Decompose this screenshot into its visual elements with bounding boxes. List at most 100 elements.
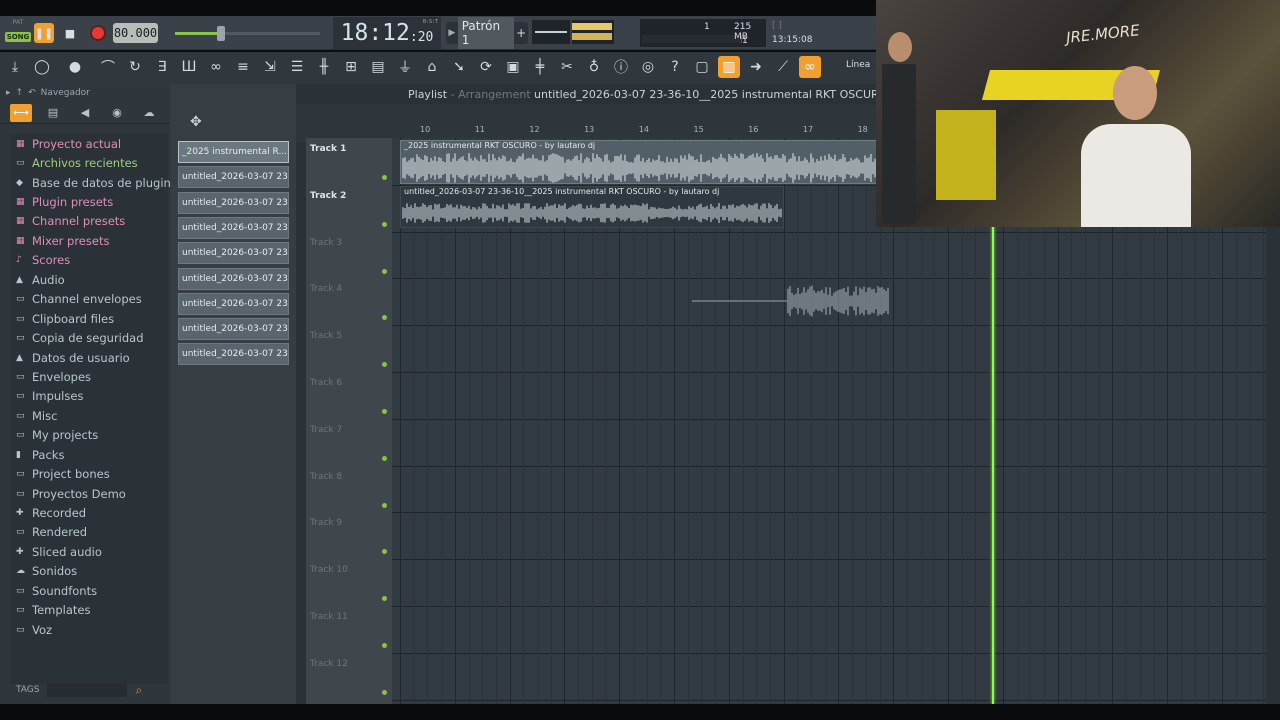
tags-search-input[interactable]	[47, 683, 128, 697]
song-position-display[interactable]: 18:12:20 B:S:T	[333, 17, 441, 49]
loop-record-icon[interactable]: ↻	[124, 56, 146, 78]
track-enable-toggle[interactable]	[382, 268, 387, 274]
add-pattern-button[interactable]: +	[514, 26, 528, 40]
mixer-icon[interactable]: ╫	[313, 56, 335, 78]
browser-item[interactable]: ▦ Proyecto actual	[10, 134, 168, 153]
tempo-display[interactable]: 80.000	[113, 23, 158, 43]
browser-item[interactable]: ▮ Packs	[10, 445, 168, 464]
browser-back-icon[interactable]: ↑	[16, 88, 24, 98]
wait-input-icon[interactable]: ∞	[205, 56, 227, 78]
pen-icon[interactable]: ⟋	[772, 56, 794, 78]
browser-item[interactable]: ▦ Mixer presets	[10, 231, 168, 250]
track-enable-toggle[interactable]	[382, 175, 387, 180]
link-icon[interactable]: ∞	[799, 56, 821, 78]
next-icon[interactable]: ➜	[745, 56, 767, 78]
browser-item[interactable]: ☁ Sonidos	[10, 562, 168, 581]
wave-up-icon[interactable]: ⌒	[97, 56, 119, 78]
master-volume-slider[interactable]	[175, 26, 320, 41]
search-icon[interactable]: ⌕	[135, 683, 142, 698]
tab-all-icon[interactable]: ⟷	[10, 103, 32, 122]
metronome-ring-icon[interactable]: ◯	[31, 56, 53, 78]
track-label[interactable]: Track 7	[310, 425, 342, 435]
refresh-icon[interactable]: ⟳	[475, 56, 497, 78]
browser-item[interactable]: ▲ Datos de usuario	[10, 348, 168, 367]
browser-item[interactable]: ▭ Clipboard files	[10, 309, 168, 328]
step-edit-icon[interactable]: ∃	[151, 56, 173, 78]
browser-item[interactable]: ▦ Plugin presets	[10, 192, 168, 211]
browser-undo-icon[interactable]: ↶	[28, 88, 36, 98]
pattern-name[interactable]: Patrón 1	[457, 17, 515, 49]
tab-plugins-icon[interactable]: ◉	[106, 104, 128, 122]
browser-item[interactable]: ▭ Rendered	[10, 523, 168, 542]
browser-item[interactable]: ✚ Sliced audio	[10, 542, 168, 561]
picker-clip[interactable]: untitled_2026-03-07 23-...	[178, 166, 289, 189]
scroll-icon[interactable]: ⇲	[259, 56, 281, 78]
picker-clip[interactable]: untitled_2026-03-07 23-...	[178, 191, 289, 214]
browser-menu-icon[interactable]: ▸	[6, 88, 11, 98]
pause-button[interactable]: ❚❚	[34, 23, 54, 43]
scissors-icon[interactable]: ✂	[556, 56, 578, 78]
track-enable-toggle[interactable]	[382, 502, 387, 508]
browser-item[interactable]: ▭ My projects	[10, 426, 168, 445]
track-label[interactable]: Track 10	[310, 565, 348, 575]
tab-project-icon[interactable]: ▤	[42, 104, 64, 122]
track-enable-toggle[interactable]	[382, 221, 387, 227]
help-icon[interactable]: ?	[664, 56, 686, 78]
page-icon[interactable]: ▤	[367, 56, 389, 78]
channel-rack-icon[interactable]: ╪	[529, 56, 551, 78]
track-label[interactable]: Track 1	[310, 144, 346, 154]
picker-clip[interactable]: untitled_2026-03-07 23-...	[178, 267, 289, 290]
slider-knob[interactable]	[217, 26, 225, 41]
browser-item[interactable]: ▭ Proyectos Demo	[10, 484, 168, 503]
master-knob-icon[interactable]: ●	[64, 56, 86, 78]
track-enable-toggle[interactable]	[382, 409, 387, 414]
browser-item[interactable]: ▭ Voz	[10, 620, 168, 639]
picker-clip[interactable]: _2025 instrumental R...	[178, 141, 289, 163]
browser-item[interactable]: ▭ Soundfonts	[10, 581, 168, 600]
info-icon[interactable]: ⓘ	[610, 56, 632, 78]
track-label[interactable]: Track 11	[310, 612, 348, 622]
track-enable-toggle[interactable]	[382, 315, 387, 321]
hierarchy-icon[interactable]: ⊞	[340, 56, 362, 78]
browser-item[interactable]: ▭ Project bones	[10, 464, 168, 483]
tab-speaker-icon[interactable]: ◀	[74, 104, 96, 122]
download-icon[interactable]: ⤓	[4, 56, 26, 78]
blend-notes-icon[interactable]: Ш	[178, 56, 200, 78]
picker-tool-icon[interactable]: ✥	[190, 114, 202, 130]
track-label[interactable]: Track 3	[310, 238, 342, 248]
audio-clip-track2[interactable]: untitled_2026-03-07 23-36-10__2025 instr…	[400, 186, 784, 228]
playlist-icon[interactable]: ☰	[286, 56, 308, 78]
track-label[interactable]: Track 8	[310, 472, 342, 482]
browser-item[interactable]: ▲ Audio	[10, 270, 168, 289]
browser-item[interactable]: ▭ Impulses	[10, 387, 168, 406]
stop-button[interactable]: ■	[60, 23, 80, 43]
browser-item[interactable]: ▭ Channel envelopes	[10, 290, 168, 309]
record-button[interactable]	[88, 23, 108, 43]
track-label[interactable]: Track 2	[310, 191, 346, 201]
browser-item[interactable]: ▭ Misc	[10, 406, 168, 425]
track-enable-toggle[interactable]	[382, 455, 387, 461]
save-icon[interactable]: ▣	[502, 56, 524, 78]
plug-icon[interactable]: ⏚	[394, 56, 416, 78]
browser-item[interactable]: ◆ Base de datos de plugins	[10, 173, 177, 192]
picker-clip[interactable]: untitled_2026-03-07 23-...	[178, 318, 289, 341]
picker-clip[interactable]: untitled_2026-03-07 23-...	[178, 216, 289, 239]
waveform-track4[interactable]	[692, 283, 892, 323]
piano-icon[interactable]: ▥	[718, 56, 740, 78]
picker-clip[interactable]: untitled_2026-03-07 23-...	[178, 343, 289, 366]
track-enable-toggle[interactable]	[382, 596, 387, 602]
browser-item[interactable]: ✚ Recorded	[10, 503, 168, 522]
pattern-song-toggle[interactable]: PAT SONG	[5, 19, 31, 47]
track-enable-toggle[interactable]	[382, 362, 387, 368]
track-label[interactable]: Track 12	[310, 659, 348, 669]
countdown-icon[interactable]: ≡	[232, 56, 254, 78]
browser-item[interactable]: ▦ Channel presets	[10, 212, 168, 231]
track-enable-toggle[interactable]	[382, 643, 387, 648]
brush-icon[interactable]: ⌂	[421, 56, 443, 78]
track-label[interactable]: Track 4	[310, 284, 342, 294]
microphone-icon[interactable]: ♁	[583, 56, 605, 78]
tempo-tap-icon[interactable]: ◎	[637, 56, 659, 78]
tab-cloud-icon[interactable]: ☁	[138, 104, 160, 122]
browser-item[interactable]: ▭ Copia de seguridad	[10, 328, 168, 347]
browser-item[interactable]: ▭ Envelopes	[10, 367, 168, 386]
